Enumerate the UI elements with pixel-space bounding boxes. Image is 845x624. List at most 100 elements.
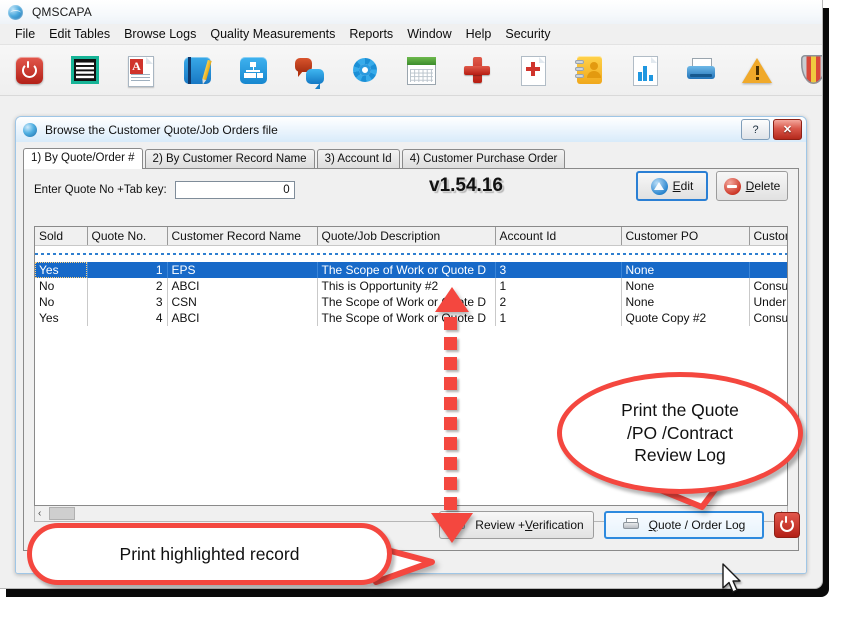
toolbar-documents-button[interactable]: A <box>124 53 158 87</box>
edit-button[interactable]: Edit <box>636 171 708 201</box>
menu-bar: File Edit Tables Browse Logs Quality Mea… <box>0 24 822 45</box>
toolbar-calendar-button[interactable] <box>404 53 438 87</box>
cell-account-id: 3 <box>495 262 621 278</box>
printer-icon <box>687 58 715 82</box>
callout-right-line-1: Print the Quote <box>621 399 739 421</box>
cell-customer-po: Quote Copy #2 <box>621 310 749 326</box>
dialog-titlebar: Browse the Customer Quote/Job Orders fil… <box>16 117 806 143</box>
cell-quote-no: 3 <box>87 294 167 310</box>
table-row[interactable]: Yes 1 EPS The Scope of Work or Quote D 3… <box>35 262 788 278</box>
toolbar-edit-button[interactable] <box>180 53 214 87</box>
tab-by-customer-record-name[interactable]: 2) By Customer Record Name <box>145 149 315 169</box>
help-button[interactable]: ? <box>741 119 770 140</box>
version-label: v1.54.16 <box>429 175 503 197</box>
menu-item-reports[interactable]: Reports <box>342 26 400 43</box>
quote-no-label: Enter Quote No +Tab key: <box>34 184 167 196</box>
callout-print-highlighted-record: Print highlighted record <box>27 523 392 585</box>
table-row[interactable]: Yes 4 ABCI The Scope of Work or Quote D … <box>35 310 788 326</box>
menu-item-file[interactable]: File <box>8 26 42 43</box>
cell-sold: Yes <box>35 310 87 326</box>
mouse-cursor <box>721 563 745 597</box>
globe-icon <box>23 123 37 137</box>
column-header-account-id[interactable]: Account Id <box>495 227 621 246</box>
toolbar-messages-button[interactable] <box>292 53 326 87</box>
cell-account-id: 2 <box>495 294 621 310</box>
bar-chart-document-icon <box>633 56 658 86</box>
cell-sold: No <box>35 278 87 294</box>
calendar-icon <box>407 57 436 85</box>
column-header-customer-record-name[interactable]: Customer Record Name <box>167 227 317 246</box>
toolbar-reports-button[interactable] <box>628 53 662 87</box>
cell-customer-record-name: EPS <box>167 262 317 278</box>
a-document-icon: A <box>128 56 154 87</box>
menu-item-help[interactable]: Help <box>459 26 499 43</box>
dialog-title: Browse the Customer Quote/Job Orders fil… <box>45 123 738 137</box>
delete-circle-icon <box>724 178 741 195</box>
move-document-icon <box>521 56 546 86</box>
callout-left-line-1: Print highlighted record <box>120 543 300 565</box>
menu-item-edit-tables[interactable]: Edit Tables <box>42 26 117 43</box>
edit-triangle-icon <box>651 178 668 195</box>
cell-quote-no: 1 <box>87 262 167 278</box>
column-header-custom[interactable]: Custom <box>749 227 788 246</box>
column-header-sold[interactable]: Sold <box>35 227 87 246</box>
cell-account-id: 1 <box>495 278 621 294</box>
cell-customer-po: None <box>621 262 749 278</box>
toolbar-security-button[interactable] <box>796 53 823 87</box>
toolbar-move-button[interactable] <box>516 53 550 87</box>
delete-button-label: Delete <box>746 179 781 193</box>
red-plus-icon <box>463 56 491 84</box>
callout-right-line-3: Review Log <box>634 444 725 466</box>
arrow-head-down <box>431 513 473 543</box>
column-header-customer-po[interactable]: Customer PO <box>621 227 749 246</box>
globe-icon <box>8 5 23 20</box>
close-button[interactable]: ✕ <box>773 119 802 140</box>
search-row: Enter Quote No +Tab key: v1.54.16 Edit D… <box>34 179 788 201</box>
power-icon <box>16 57 43 84</box>
application-titlebar: QMSCAPA <box>0 0 822 24</box>
quote-no-input[interactable] <box>175 181 295 199</box>
cell-quote-no: 2 <box>87 278 167 294</box>
record-action-buttons: Edit Delete <box>636 171 788 201</box>
tab-customer-purchase-order[interactable]: 4) Customer Purchase Order <box>402 149 566 169</box>
header-rule-line <box>35 253 788 255</box>
cell-customer-po: None <box>621 294 749 310</box>
cell-sold: Yes <box>35 262 87 278</box>
tab-account-id[interactable]: 3) Account Id <box>317 149 400 169</box>
cell-quote-no: 4 <box>87 310 167 326</box>
toolbar-alerts-button[interactable] <box>740 53 774 87</box>
cell-custom <box>749 262 788 278</box>
toolbar-contacts-button[interactable] <box>572 53 606 87</box>
toolbar-power-button[interactable] <box>12 53 46 87</box>
delete-button[interactable]: Delete <box>716 171 788 201</box>
column-header-quote-no[interactable]: Quote No. <box>87 227 167 246</box>
cell-account-id: 1 <box>495 310 621 326</box>
tab-strip: 1) By Quote/Order # 2) By Customer Recor… <box>23 148 799 169</box>
menu-item-window[interactable]: Window <box>400 26 458 43</box>
column-header-quote-job-description[interactable]: Quote/Job Description <box>317 227 495 246</box>
menu-item-browse-logs[interactable]: Browse Logs <box>117 26 203 43</box>
menu-item-quality-measurements[interactable]: Quality Measurements <box>203 26 342 43</box>
notebook-pencil-icon <box>184 57 211 84</box>
header-rule <box>35 246 788 262</box>
table-header-row: Sold Quote No. Customer Record Name Quot… <box>35 227 788 246</box>
toolbar-print-button[interactable] <box>684 53 718 87</box>
cell-customer-po: None <box>621 278 749 294</box>
toolbar-records-button[interactable] <box>68 53 102 87</box>
cell-customer-record-name: CSN <box>167 294 317 310</box>
warning-triangle-icon <box>742 57 772 83</box>
table-row[interactable]: No 3 CSN The Scope of Work or Quote D 2 … <box>35 294 788 310</box>
toolbar-settings-button[interactable] <box>348 53 382 87</box>
green-document-icon <box>71 56 99 84</box>
toolbar-add-button[interactable] <box>460 53 494 87</box>
arrow-head-up <box>435 287 469 312</box>
tab-by-quote-order[interactable]: 1) By Quote/Order # <box>23 148 143 169</box>
chat-bubbles-icon <box>295 58 324 84</box>
table-row[interactable]: No 2 ABCI This is Opportunity #2 1 None … <box>35 278 788 294</box>
toolbar-organization-button[interactable] <box>236 53 270 87</box>
review-verification-label: Review +Verification <box>475 518 583 532</box>
cell-customer-record-name: ABCI <box>167 278 317 294</box>
menu-item-security[interactable]: Security <box>498 26 557 43</box>
address-book-icon <box>577 56 602 84</box>
edit-button-label: Edit <box>673 179 694 193</box>
